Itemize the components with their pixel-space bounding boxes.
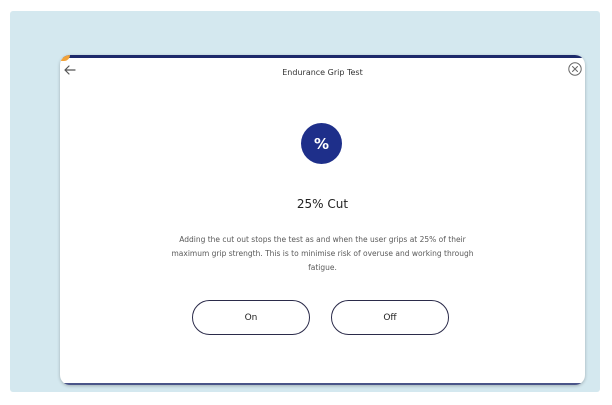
dialog-bottom-border <box>60 383 585 385</box>
dialog-corner-accent <box>60 55 70 61</box>
setting-description: Adding the cut out stops the test as and… <box>171 235 474 272</box>
dialog-title: Endurance Grip Test <box>282 68 363 77</box>
on-button[interactable]: On <box>192 300 310 335</box>
background-frame: Endurance Grip Test % 25% Cut Adding the… <box>10 11 600 392</box>
close-icon[interactable] <box>567 61 583 77</box>
grip-test-dialog: Endurance Grip Test % 25% Cut Adding the… <box>60 55 585 385</box>
off-button[interactable]: Off <box>331 300 449 335</box>
percent-icon: % <box>301 123 342 164</box>
setting-heading: 25% Cut <box>296 197 349 211</box>
dialog-top-border <box>60 55 585 58</box>
